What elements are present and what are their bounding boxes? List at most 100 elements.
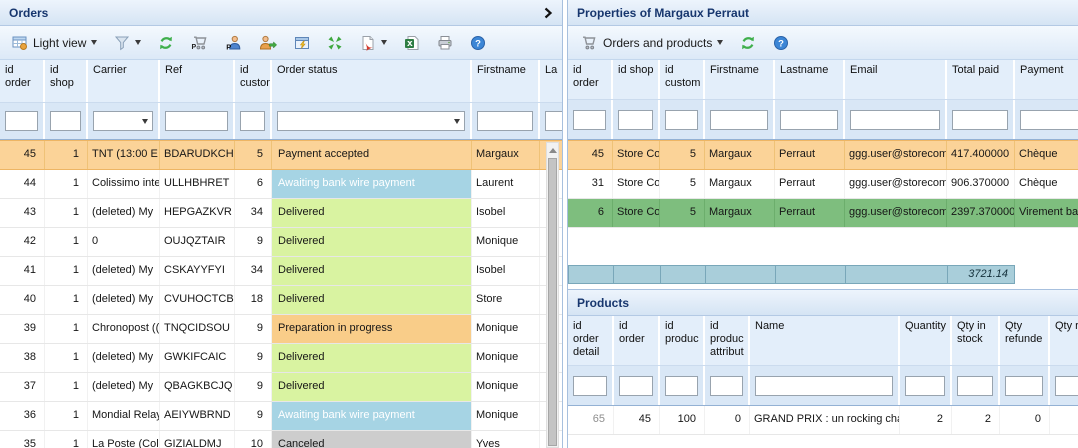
cell-id-customer[interactable]: 5 (235, 141, 272, 169)
cell-id-order[interactable]: 44 (0, 170, 45, 198)
cell-id-order-detail[interactable]: 65 (568, 406, 614, 434)
cell-order-status[interactable]: Delivered (272, 373, 472, 401)
cell-id-shop[interactable]: Store Co (613, 199, 660, 227)
filter-input-id-order[interactable] (573, 110, 606, 130)
cell-id-shop[interactable]: 1 (45, 315, 88, 343)
column-header-order-status[interactable]: Order status (272, 60, 472, 102)
cell-id-shop[interactable]: 1 (45, 199, 88, 227)
property-row[interactable]: 31 Store Co 5 Margaux Perraut ggg.user@s… (568, 170, 1078, 199)
cell-firstname[interactable]: Monique (472, 228, 540, 256)
export-pdf-button[interactable] (358, 34, 389, 52)
customer-button[interactable]: P (224, 34, 244, 52)
cell-id-shop[interactable]: 1 (45, 286, 88, 314)
cell-lastname[interactable]: Perraut (775, 141, 845, 169)
column-header-id-shop[interactable]: id shop (45, 60, 88, 102)
cell-id-customer[interactable]: 5 (660, 170, 705, 198)
cell-order-status[interactable]: Delivered (272, 286, 472, 314)
column-header-id-shop[interactable]: id shop (613, 60, 660, 99)
cell-id-customer[interactable]: 6 (235, 170, 272, 198)
cell-id-order[interactable]: 43 (0, 199, 45, 227)
cell-order-status[interactable]: Delivered (272, 344, 472, 372)
cell-id-shop[interactable]: 1 (45, 257, 88, 285)
column-header-id-product[interactable]: id produc (660, 316, 705, 365)
filter-input-id-customer[interactable] (665, 110, 698, 130)
filter-input-total-paid[interactable] (952, 110, 1008, 130)
cell-order-status[interactable]: Payment accepted (272, 141, 472, 169)
order-row[interactable]: 36 1 Mondial Relay AEIYWBRND 9 Awaiting … (0, 402, 562, 431)
filter-input-qty-refunded[interactable] (1005, 376, 1043, 396)
order-row[interactable]: 35 1 La Poste (Coli GIZIALDMJ 10 Cancele… (0, 431, 562, 448)
column-header-id-customer[interactable]: id custom (660, 60, 705, 99)
scrollbar-thumb[interactable] (548, 158, 557, 446)
view-selector-button[interactable]: Orders and products (578, 34, 725, 52)
column-header-quantity[interactable]: Quantity (900, 316, 952, 365)
cell-id-customer[interactable]: 9 (235, 402, 272, 430)
cell-order-status[interactable]: Awaiting bank wire payment (272, 170, 472, 198)
column-header-id-order-detail[interactable]: id order detail (568, 316, 614, 365)
print-button[interactable] (435, 34, 455, 52)
filter-input-id-product[interactable] (665, 376, 698, 396)
filter-input-firstname[interactable] (710, 110, 768, 130)
cell-carrier[interactable]: (deleted) My (88, 199, 160, 227)
orders-cart-button[interactable]: P (189, 34, 211, 52)
filter-input-id-order-detail[interactable] (573, 376, 607, 396)
cell-firstname[interactable]: Laurent (472, 170, 540, 198)
cell-id-customer[interactable]: 9 (235, 315, 272, 343)
cell-id-customer[interactable]: 5 (660, 141, 705, 169)
cell-firstname[interactable]: Yves (472, 431, 540, 448)
order-row[interactable]: 40 1 (deleted) My CVUHOCTCB 18 Delivered… (0, 286, 562, 315)
product-row[interactable]: 65 45 100 0 GRAND PRIX : un rocking cha … (568, 406, 1078, 435)
cell-id-order[interactable]: 6 (568, 199, 613, 227)
cell-order-status[interactable]: Delivered (272, 228, 472, 256)
cell-ref[interactable]: CSKAYYFYI (160, 257, 235, 285)
cell-ref[interactable]: AEIYWBRND (160, 402, 235, 430)
cell-total-paid[interactable]: 906.370000 (947, 170, 1015, 198)
column-header-id-product-attribute[interactable]: id produc attribut (705, 316, 750, 365)
filter-input-firstname[interactable] (477, 111, 533, 131)
cell-name[interactable]: GRAND PRIX : un rocking cha (750, 406, 900, 434)
cell-firstname[interactable]: Store (472, 286, 540, 314)
cell-id-order[interactable]: 40 (0, 286, 45, 314)
filter-dropdown-carrier[interactable] (93, 111, 153, 131)
cell-firstname[interactable]: Isobel (472, 199, 540, 227)
cell-carrier[interactable]: Chronopost (( (88, 315, 160, 343)
scroll-up-arrow-icon[interactable] (547, 143, 558, 157)
column-header-id-order[interactable]: id order (0, 60, 45, 102)
filter-input-qty-returned[interactable] (1055, 376, 1078, 396)
cell-id-shop[interactable]: 1 (45, 170, 88, 198)
cell-ref[interactable]: GWKIFCAIC (160, 344, 235, 372)
cell-id-customer[interactable]: 9 (235, 344, 272, 372)
cell-order-status[interactable]: Awaiting bank wire payment (272, 402, 472, 430)
cell-id-order[interactable]: 41 (0, 257, 45, 285)
cell-carrier[interactable]: Mondial Relay (88, 402, 160, 430)
cell-firstname[interactable]: Margaux (705, 141, 775, 169)
refresh-button[interactable] (156, 34, 176, 52)
collapse-panel-button[interactable] (543, 7, 553, 19)
cell-firstname[interactable]: Monique (472, 373, 540, 401)
cell-id-order[interactable]: 45 (614, 406, 660, 434)
filter-input-ref[interactable] (165, 111, 228, 131)
property-row-selected[interactable]: 45 Store Co 5 Margaux Perraut ggg.user@s… (568, 140, 1078, 170)
cell-carrier[interactable]: (deleted) My (88, 257, 160, 285)
filter-input-id-shop[interactable] (618, 110, 653, 130)
cell-id-shop[interactable]: 1 (45, 141, 88, 169)
cell-quantity[interactable]: 2 (900, 406, 952, 434)
cell-id-order[interactable]: 37 (0, 373, 45, 401)
cell-order-status[interactable]: Canceled (272, 431, 472, 448)
cell-id-order[interactable]: 45 (568, 141, 613, 169)
cell-ref[interactable]: ULLHBHRET (160, 170, 235, 198)
help-button[interactable]: ? (468, 34, 488, 52)
column-header-firstname[interactable]: Firstname (472, 60, 540, 102)
filter-input-email[interactable] (850, 110, 940, 130)
cell-id-order[interactable]: 42 (0, 228, 45, 256)
cell-lastname[interactable]: Perraut (775, 170, 845, 198)
cell-total-paid[interactable]: 417.400000 (947, 141, 1015, 169)
cell-email[interactable]: ggg.user@storecom (845, 199, 947, 227)
cell-id-shop[interactable]: 1 (45, 373, 88, 401)
cell-carrier[interactable]: Colissimo inte (88, 170, 160, 198)
cell-payment[interactable]: Virement ba (1015, 199, 1078, 227)
filter-input-qty-in-stock[interactable] (957, 376, 993, 396)
cell-qty-in-stock[interactable]: 2 (952, 406, 1000, 434)
order-row[interactable]: 39 1 Chronopost (( TNQCIDSOU 9 Preparati… (0, 315, 562, 344)
cell-total-paid[interactable]: 2397.370000 (947, 199, 1015, 227)
